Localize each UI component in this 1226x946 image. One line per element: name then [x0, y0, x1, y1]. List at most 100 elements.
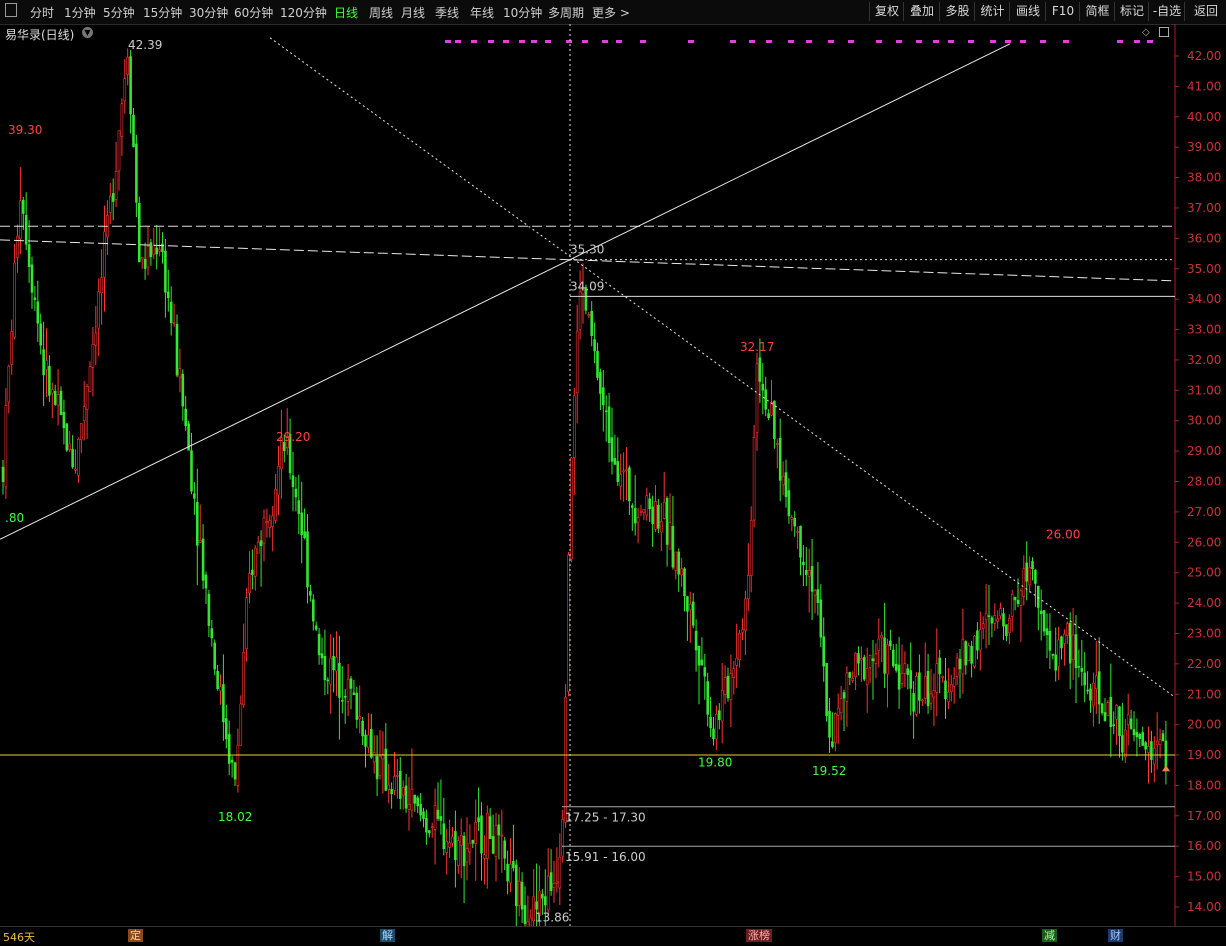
- event-marker-2[interactable]: 涨榜: [746, 929, 772, 942]
- marker-dot-6: [531, 40, 537, 43]
- period-tab-9[interactable]: 月线: [401, 4, 425, 21]
- candle-body-373: [1083, 672, 1086, 686]
- candle-body-252: [732, 668, 736, 678]
- candle-body-170: [494, 824, 498, 858]
- candle-body-1: [4, 405, 8, 488]
- candle-body-17: [50, 389, 54, 394]
- candle-body-389: [1129, 718, 1133, 729]
- candle-body-366: [1063, 633, 1066, 644]
- candle-body-231: [671, 525, 675, 568]
- period-tab-4[interactable]: 30分钟: [189, 4, 228, 21]
- candle-body-253: [735, 657, 739, 666]
- back-button[interactable]: 返回: [1184, 2, 1226, 21]
- period-tab-2[interactable]: 5分钟: [103, 4, 135, 21]
- candle-body-101: [294, 488, 298, 498]
- period-tab-7[interactable]: 日线: [334, 4, 358, 21]
- candle-body-177: [514, 864, 518, 907]
- candle-body-318: [923, 676, 927, 699]
- candle-body-38: [111, 193, 115, 202]
- candle-body-266: [773, 400, 776, 440]
- candle-body-9: [27, 244, 31, 267]
- candle-body-254: [738, 633, 741, 661]
- trendline-1: [269, 37, 1176, 698]
- period-tab-3[interactable]: 15分钟: [143, 4, 182, 21]
- price-label-7: 32.17: [740, 340, 774, 354]
- trendline-0: [0, 43, 1011, 540]
- candle-body-118: [343, 695, 347, 698]
- candle-body-104: [303, 531, 306, 539]
- period-tab-13[interactable]: 多周期: [548, 4, 584, 21]
- candle-body-278: [807, 570, 811, 577]
- event-marker-4[interactable]: 财: [1108, 929, 1123, 942]
- toolbar-button-6[interactable]: 简框: [1079, 2, 1115, 21]
- candle-body-317: [920, 699, 924, 702]
- candle-body-79: [230, 759, 234, 763]
- candle-body-298: [865, 667, 869, 686]
- candle-body-380: [1103, 712, 1107, 721]
- candle-body-37: [109, 195, 112, 213]
- candle-body-44: [129, 56, 132, 115]
- toolbar-button-8[interactable]: -自选: [1148, 2, 1185, 21]
- toolbar-button-1[interactable]: 叠加: [903, 2, 940, 21]
- panel-toggle-icon[interactable]: [5, 3, 17, 17]
- candle-body-205: [596, 350, 599, 378]
- candle-body-71: [207, 593, 211, 626]
- candle-body-347: [1007, 618, 1011, 633]
- candle-body-304: [883, 637, 886, 674]
- period-tab-0[interactable]: 分时: [30, 4, 54, 21]
- toolbar-button-3[interactable]: 统计: [974, 2, 1010, 21]
- current-price-marker-icon: [1162, 765, 1170, 772]
- candle-body-28: [82, 406, 86, 421]
- candle-body-102: [297, 500, 301, 514]
- period-tab-8[interactable]: 周线: [369, 4, 393, 21]
- candle-body-24: [71, 449, 74, 468]
- period-tab-14[interactable]: 更多 >: [592, 4, 630, 21]
- candle-body-189: [549, 872, 553, 891]
- marker-dot-20: [848, 40, 854, 43]
- y-tick-label-1: 41.00: [1187, 79, 1221, 93]
- event-marker-0[interactable]: 定: [128, 929, 143, 942]
- candle-body-264: [767, 413, 770, 419]
- event-marker-1[interactable]: 解: [380, 929, 395, 942]
- candle-body-333: [967, 645, 971, 662]
- y-tick-label-23: 19.00: [1187, 748, 1221, 762]
- period-tab-6[interactable]: 120分钟: [280, 4, 327, 21]
- marker-dot-0: [445, 40, 451, 43]
- candle-body-239: [694, 630, 698, 651]
- candle-body-193: [561, 819, 565, 857]
- candle-body-216: [628, 467, 631, 502]
- toolbar-button-0[interactable]: 复权: [869, 2, 904, 21]
- marker-dot-30: [1040, 40, 1046, 43]
- marker-dot-13: [688, 40, 694, 43]
- candle-body-126: [367, 734, 370, 748]
- period-tab-11[interactable]: 年线: [470, 4, 494, 21]
- candle-body-59: [172, 321, 176, 324]
- candle-body-228: [662, 501, 666, 519]
- candle-body-260: [755, 363, 759, 434]
- candle-body-61: [178, 368, 182, 378]
- candle-body-269: [781, 475, 785, 486]
- toolbar-button-7[interactable]: 标记: [1114, 2, 1149, 21]
- marker-dot-15: [749, 40, 755, 43]
- event-marker-3[interactable]: 减: [1042, 929, 1057, 942]
- candle-body-233: [677, 551, 681, 575]
- candle-body-5: [16, 235, 19, 258]
- toolbar-button-5[interactable]: F10: [1045, 2, 1080, 21]
- candle-body-291: [845, 672, 849, 702]
- candle-body-74: [216, 670, 219, 690]
- period-tab-1[interactable]: 1分钟: [64, 4, 96, 21]
- candle-body-372: [1080, 668, 1084, 672]
- candle-body-143: [416, 797, 420, 807]
- candle-body-72: [210, 628, 214, 639]
- candle-body-277: [804, 569, 808, 575]
- kline-chart[interactable]: 42.00 41.00 40.00 39.00 38.00 37.00 36.00 35.00…: [0, 24, 1226, 926]
- toolbar-button-2[interactable]: 多股: [939, 2, 975, 21]
- period-tab-12[interactable]: 10分钟: [503, 4, 542, 21]
- candle-body-75: [219, 686, 222, 692]
- period-tab-10[interactable]: 季线: [435, 4, 459, 21]
- candle-body-124: [361, 720, 364, 737]
- marker-dot-19: [828, 40, 834, 43]
- period-tab-5[interactable]: 60分钟: [234, 4, 273, 21]
- candle-body-376: [1092, 682, 1095, 707]
- toolbar-button-4[interactable]: 画线: [1009, 2, 1046, 21]
